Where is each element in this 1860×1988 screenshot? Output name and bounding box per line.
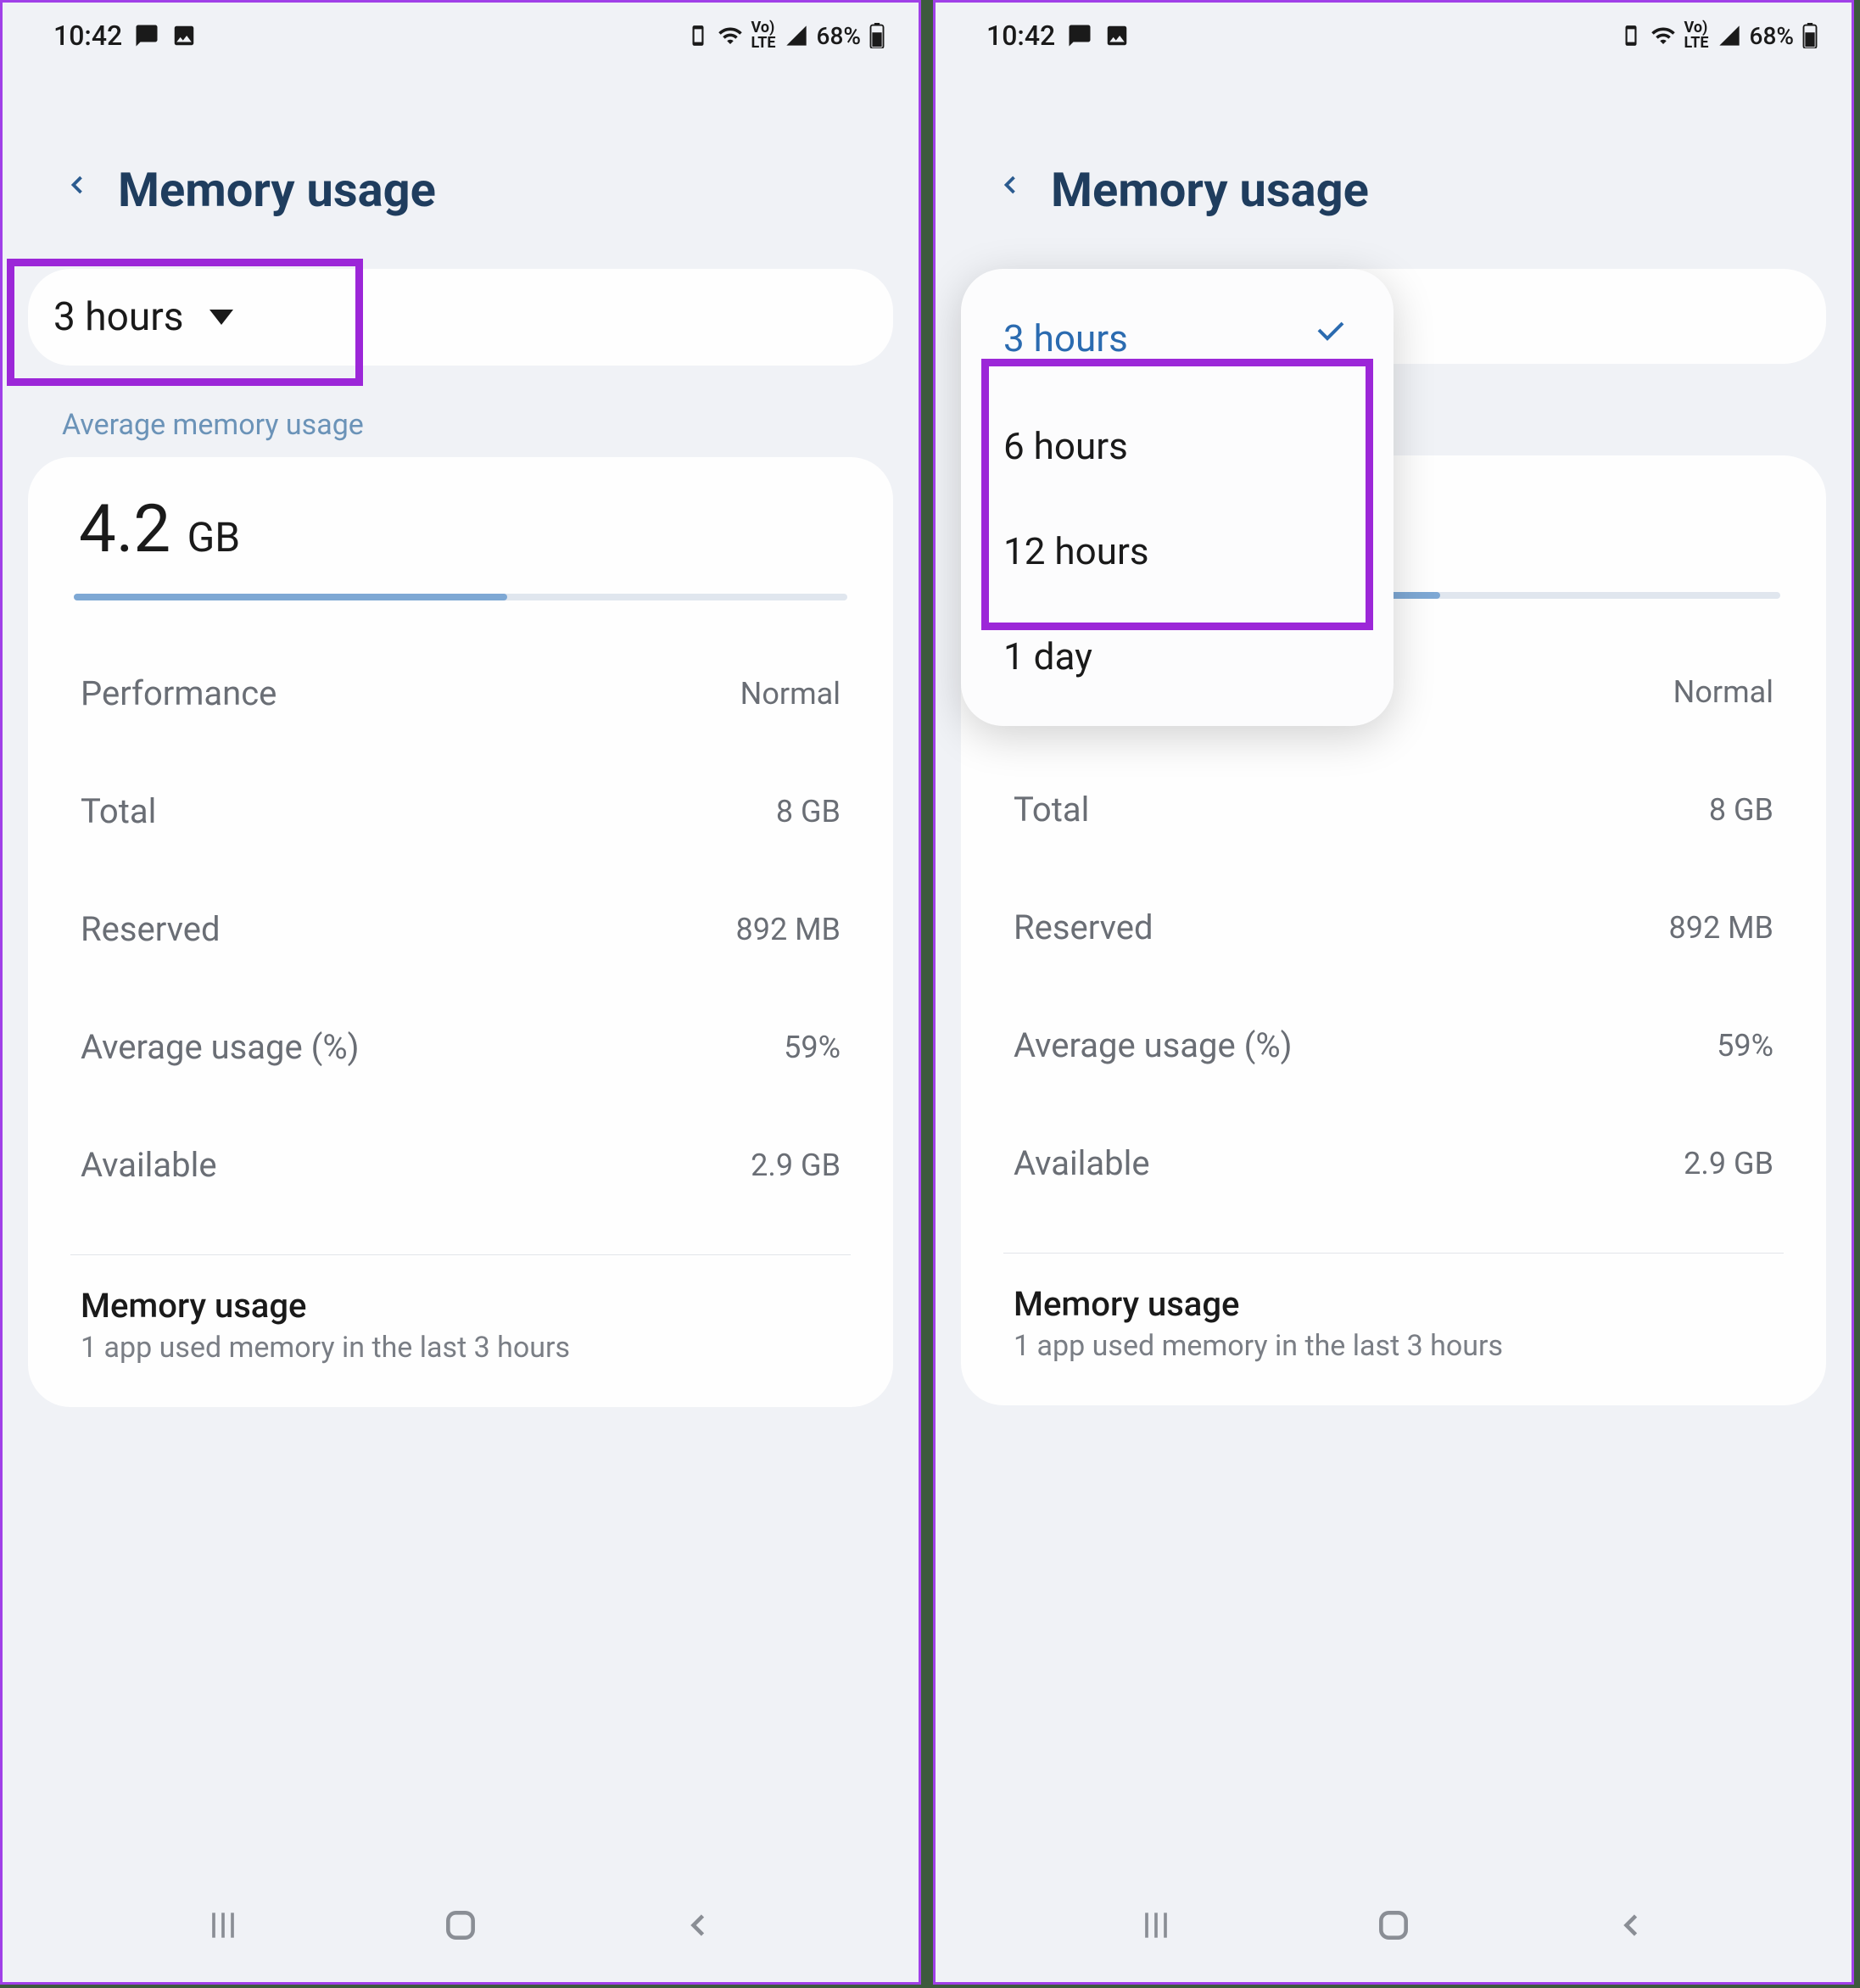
divider — [1003, 1253, 1784, 1254]
memory-progress-fill — [74, 594, 507, 600]
nav-back-button[interactable] — [679, 1907, 717, 1947]
image-icon — [1104, 23, 1130, 48]
nav-home-button[interactable] — [1375, 1907, 1412, 1947]
phone-screenshot-right: 10:42 Vo)LTE 68% — [933, 0, 1854, 1985]
vibrate-icon — [1620, 25, 1642, 47]
navigation-bar — [936, 1872, 1852, 1982]
row-performance: Performance Normal — [70, 634, 851, 752]
time-range-dropdown[interactable]: 3 hours — [28, 269, 893, 366]
row-reserved: Reserved 892 MB — [1003, 868, 1784, 986]
memory-details-card: 4.2 GB Performance Normal Total 8 GB Res… — [28, 457, 893, 1407]
back-button[interactable] — [995, 165, 1025, 215]
wifi-icon — [1651, 23, 1676, 48]
page-header: Memory usage — [3, 60, 919, 269]
nav-recent-button[interactable] — [1137, 1907, 1175, 1947]
row-available: Available 2.9 GB — [1003, 1104, 1784, 1222]
vibrate-icon — [687, 25, 709, 47]
page-title: Memory usage — [1051, 162, 1369, 218]
chevron-down-icon — [209, 310, 233, 325]
row-total: Total 8 GB — [70, 752, 851, 870]
battery-percent: 68% — [1750, 22, 1794, 50]
signal-icon — [785, 24, 808, 47]
memory-usage-link[interactable]: Memory usage — [1003, 1270, 1784, 1329]
chat-icon — [134, 23, 159, 48]
time-range-card: ? 3 hours 6 hours 12 hours 1 day — [961, 269, 1826, 364]
battery-percent: 68% — [817, 22, 861, 50]
dropdown-option-6hours[interactable]: 6 hours — [961, 394, 1394, 499]
dropdown-option-3hours[interactable]: 3 hours — [961, 282, 1394, 394]
status-time: 10:42 — [986, 20, 1055, 52]
dropdown-option-12hours[interactable]: 12 hours — [961, 499, 1394, 604]
nav-recent-button[interactable] — [204, 1907, 242, 1947]
nav-back-button[interactable] — [1612, 1907, 1650, 1947]
page-title: Memory usage — [118, 162, 436, 218]
time-range-dropdown-menu: 3 hours 6 hours 12 hours 1 day — [961, 269, 1394, 726]
row-available: Available 2.9 GB — [70, 1106, 851, 1224]
row-reserved: Reserved 892 MB — [70, 870, 851, 988]
dropdown-option-1day[interactable]: 1 day — [961, 604, 1394, 709]
row-total: Total 8 GB — [1003, 751, 1784, 868]
status-bar: 10:42 Vo)LTE 68% — [936, 3, 1852, 60]
volte-icon: Vo)LTE — [1684, 20, 1709, 51]
checkmark-icon — [1310, 313, 1351, 363]
row-avg-pct: Average usage (%) 59% — [1003, 986, 1784, 1104]
volte-icon: Vo)LTE — [751, 20, 776, 51]
back-button[interactable] — [62, 165, 92, 215]
memory-progress-bar — [74, 594, 847, 600]
time-range-selected: 3 hours — [53, 294, 184, 340]
nav-home-button[interactable] — [442, 1907, 479, 1947]
status-bar: 10:42 Vo)LTE 68% — [3, 3, 919, 60]
signal-icon — [1718, 24, 1741, 47]
status-time: 10:42 — [53, 20, 122, 52]
memory-usage-link[interactable]: Memory usage — [70, 1272, 851, 1331]
battery-icon — [1802, 23, 1818, 48]
divider — [70, 1254, 851, 1255]
avg-usage-label: Average memory usage — [3, 391, 919, 457]
chat-icon — [1067, 23, 1092, 48]
navigation-bar — [3, 1872, 919, 1982]
row-avg-pct: Average usage (%) 59% — [70, 988, 851, 1106]
memory-usage-subtitle: 1 app used memory in the last 3 hours — [70, 1331, 851, 1399]
wifi-icon — [718, 23, 743, 48]
memory-usage-subtitle: 1 app used memory in the last 3 hours — [1003, 1329, 1784, 1397]
time-range-card: 3 hours — [28, 269, 893, 366]
phone-screenshot-left: 10:42 Vo)LTE 68% — [0, 0, 921, 1985]
avg-memory-value: 4.2 GB — [70, 491, 851, 594]
battery-icon — [869, 23, 885, 48]
page-header: Memory usage — [936, 60, 1852, 269]
image-icon — [171, 23, 197, 48]
